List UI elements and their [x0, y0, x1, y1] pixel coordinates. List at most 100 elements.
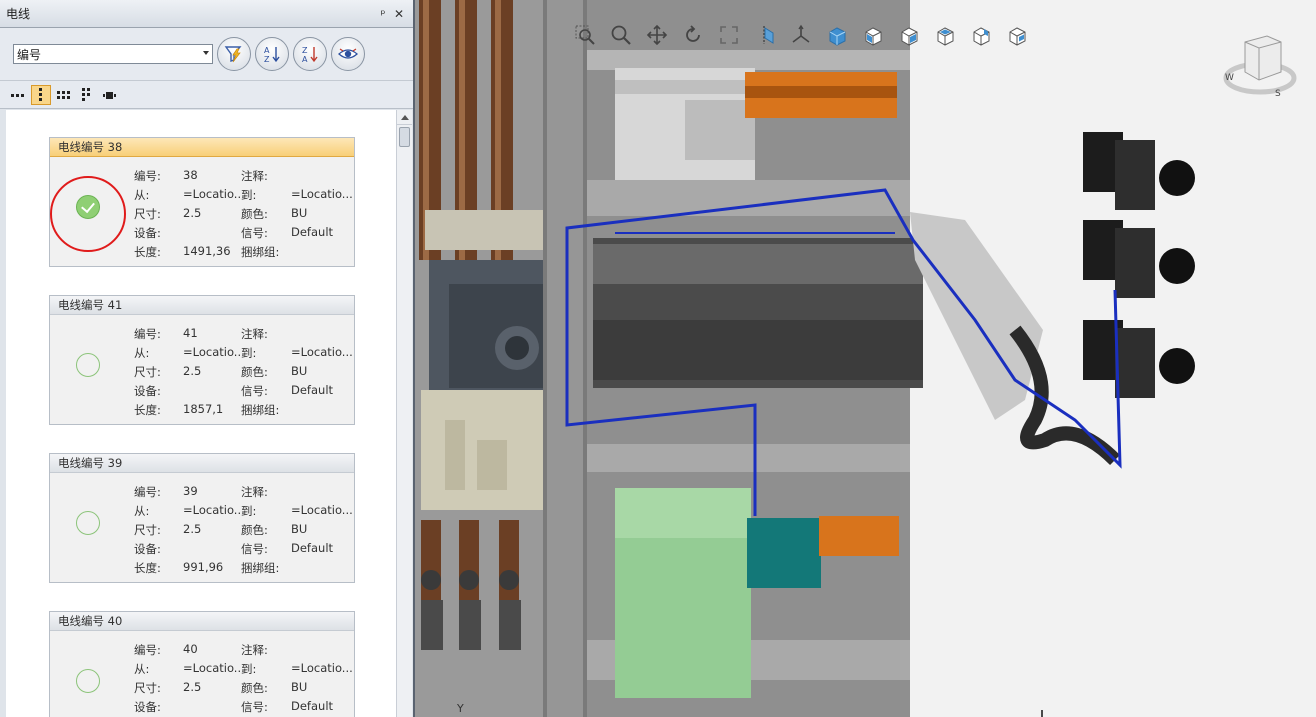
label-to: 到:: [241, 504, 257, 518]
value-color: BU: [291, 364, 308, 378]
value-id: 38: [183, 168, 198, 182]
check-circle-icon[interactable]: [76, 195, 100, 219]
zoom-window-icon[interactable]: [570, 20, 600, 50]
cabinet-scene: [415, 0, 1316, 717]
view-tile-icon[interactable]: [77, 85, 97, 105]
label-length: 长度:: [134, 561, 161, 575]
label-bundle: 捆绑组:: [241, 403, 280, 417]
panel-toolbar: 编号 A Z Z A: [0, 28, 413, 81]
label-id: 编号:: [134, 485, 161, 499]
view-right-icon[interactable]: [894, 20, 924, 50]
label-signal: 信号:: [241, 700, 268, 714]
value-color: BU: [291, 206, 308, 220]
eye-icon: [338, 48, 358, 59]
label-note: 注释:: [241, 485, 268, 499]
view-row-icon[interactable]: [8, 85, 28, 105]
wire-card[interactable]: 电线编号 38 编号: 38 注释: 从: =Locatio... 到: =Lo…: [49, 137, 355, 267]
wire-card[interactable]: 电线编号 39 编号: 39 注释: 从: =Locatio... 到: =Lo…: [49, 453, 355, 583]
wire-card-header: 电线编号 41: [50, 296, 354, 315]
view-detail-icon[interactable]: [100, 85, 120, 105]
label-to: 到:: [241, 662, 257, 676]
view-top-icon[interactable]: [930, 20, 960, 50]
value-size: 2.5: [183, 680, 202, 694]
view-front-icon[interactable]: [858, 20, 888, 50]
view-column-icon[interactable]: [31, 84, 51, 105]
sort-select-value: 编号: [17, 47, 42, 62]
3d-viewport[interactable]: W S Y: [415, 0, 1316, 717]
value-from: =Locatio...: [183, 187, 245, 201]
label-bundle: 捆绑组:: [241, 245, 280, 259]
label-note: 注释:: [241, 643, 268, 657]
empty-circle-icon[interactable]: [76, 669, 100, 693]
pan-icon[interactable]: [642, 20, 672, 50]
scroll-thumb[interactable]: [399, 127, 410, 147]
sort-ascending-button[interactable]: A Z: [255, 37, 289, 71]
view-toolbar: [570, 20, 1038, 50]
view-bottom-icon[interactable]: [1002, 20, 1032, 50]
label-device: 设备:: [134, 542, 161, 556]
label-id: 编号:: [134, 643, 161, 657]
empty-circle-icon[interactable]: [76, 511, 100, 535]
label-id: 编号:: [134, 327, 161, 341]
label-color: 颜色:: [241, 523, 268, 537]
wire-card-header: 电线编号 39: [50, 454, 354, 473]
list-scrollbar[interactable]: [396, 110, 412, 717]
wire-panel: 电线 ᵖ ✕ 编号 A Z Z A 电线编号 38 编号: 38 注释: 从: …: [0, 0, 415, 717]
visibility-button[interactable]: [331, 37, 365, 71]
sort-select[interactable]: 编号: [13, 44, 213, 64]
wire-card[interactable]: 电线编号 41 编号: 41 注释: 从: =Locatio... 到: =Lo…: [49, 295, 355, 425]
pin-icon[interactable]: ᵖ: [375, 7, 391, 21]
section-plane-icon[interactable]: [750, 20, 780, 50]
zoom-icon[interactable]: [606, 20, 636, 50]
sort-za-icon: Z A: [302, 46, 318, 64]
compass-south: S: [1275, 89, 1281, 98]
svg-text:A: A: [302, 55, 308, 64]
value-from: =Locatio...: [183, 503, 245, 517]
label-note: 注释:: [241, 169, 268, 183]
scroll-up-icon[interactable]: [397, 110, 412, 125]
value-length: 1857,1: [183, 402, 224, 416]
value-length: 991,96: [183, 560, 224, 574]
view-left-icon[interactable]: [966, 20, 996, 50]
wire-list: 电线编号 38 编号: 38 注释: 从: =Locatio... 到: =Lo…: [6, 110, 396, 717]
wire-card-header: 电线编号 38: [50, 138, 354, 157]
value-from: =Locatio...: [183, 345, 245, 359]
value-to: =Locatio...: [291, 187, 353, 201]
label-from: 从:: [134, 188, 150, 202]
label-size: 尺寸:: [134, 523, 161, 537]
close-icon[interactable]: ✕: [391, 7, 407, 21]
label-bundle: 捆绑组:: [241, 561, 280, 575]
label-to: 到:: [241, 346, 257, 360]
label-id: 编号:: [134, 169, 161, 183]
label-device: 设备:: [134, 700, 161, 714]
label-signal: 信号:: [241, 384, 268, 398]
value-signal: Default: [291, 541, 334, 555]
filter-button[interactable]: [217, 37, 251, 71]
empty-circle-icon[interactable]: [76, 353, 100, 377]
view-grid-icon[interactable]: [54, 85, 74, 105]
view-mode-toolbar: [0, 81, 413, 109]
svg-text:Z: Z: [264, 55, 270, 64]
fit-view-icon[interactable]: [714, 20, 744, 50]
wire-card[interactable]: 电线编号 40 编号: 40 注释: 从: =Locatio... 到: =Lo…: [49, 611, 355, 717]
filter-lightning-icon: [224, 46, 242, 63]
rotate-icon[interactable]: [678, 20, 708, 50]
label-from: 从:: [134, 504, 150, 518]
value-to: =Locatio...: [291, 503, 353, 517]
label-signal: 信号:: [241, 542, 268, 556]
view-3d-icon[interactable]: [822, 20, 852, 50]
value-signal: Default: [291, 225, 334, 239]
panel-title: 电线: [6, 7, 31, 21]
value-id: 39: [183, 484, 198, 498]
value-length: 1491,36: [183, 244, 231, 258]
wire-card-header: 电线编号 40: [50, 612, 354, 631]
value-signal: Default: [291, 383, 334, 397]
axes-icon[interactable]: [786, 20, 816, 50]
value-signal: Default: [291, 699, 334, 713]
navigation-cube[interactable]: W S: [1223, 28, 1297, 101]
sort-az-icon: A Z: [264, 46, 280, 64]
sort-descending-button[interactable]: Z A: [293, 37, 327, 71]
label-length: 长度:: [134, 403, 161, 417]
label-color: 颜色:: [241, 207, 268, 221]
label-size: 尺寸:: [134, 365, 161, 379]
